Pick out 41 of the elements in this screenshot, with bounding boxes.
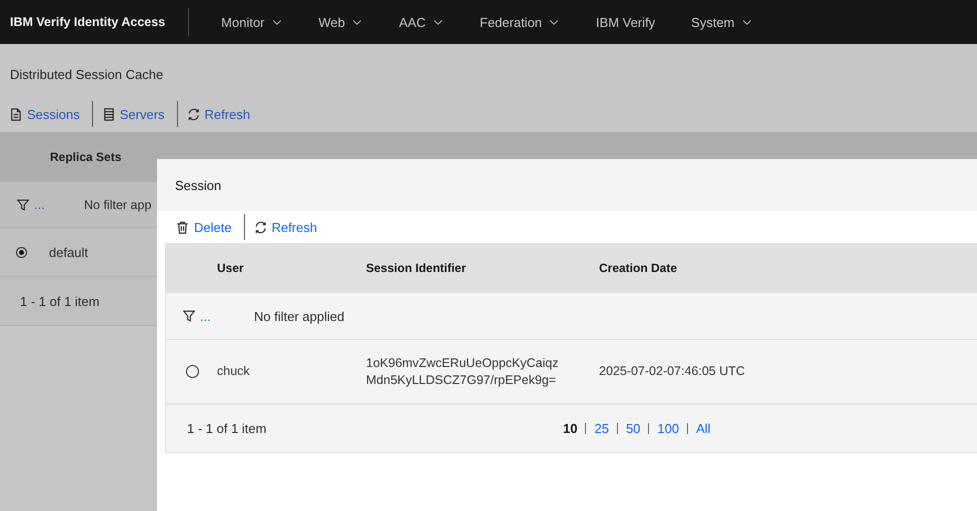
toolbar-link[interactable]: Servers	[96, 106, 173, 122]
refresh-icon	[252, 220, 268, 234]
page-size-link[interactable]: 10	[563, 421, 578, 436]
app-title: IBM Verify Identity Access	[10, 15, 166, 29]
page-size-link[interactable]: 50	[626, 421, 640, 436]
column-header[interactable]: Replica Sets	[50, 150, 122, 164]
page-size-link[interactable]: All	[696, 421, 711, 436]
trash-icon	[175, 220, 190, 234]
filter-status: No filter applied	[254, 308, 344, 324]
toolbar-link[interactable]: Refresh	[248, 220, 326, 234]
column-header[interactable]: Creation Date	[599, 261, 977, 275]
document-icon	[8, 106, 23, 122]
pagination-count: 1 - 1 of 1 item	[187, 421, 268, 436]
column-header[interactable]: User	[217, 261, 366, 275]
refresh-icon	[186, 106, 201, 122]
filter-icon	[182, 309, 196, 323]
table-cell: default	[49, 244, 88, 260]
nav-menu-item[interactable]: Web	[318, 14, 364, 30]
filter-options-link[interactable]: ...	[200, 308, 254, 324]
table-cell-text: 1oK96mvZwcERuUeOppcKyCaiqz Mdn5KyLLDSCZ7G97/rpEPek9g=	[366, 354, 560, 388]
page-size-link[interactable]: 100	[657, 421, 680, 436]
dialog-title: Session	[175, 178, 222, 192]
filter-status: No filter app	[84, 198, 152, 212]
nav-menu-item[interactable]: System	[691, 14, 752, 30]
table-cell-text: chuck	[217, 363, 251, 380]
radio-button[interactable]	[16, 246, 27, 258]
nav-menu-item[interactable]: IBM Verify	[596, 14, 656, 30]
table-cell-text: 2025-07-02-07:46:05 UTC	[599, 363, 746, 380]
filter-icon	[16, 198, 30, 212]
nav-menu-item[interactable]: AAC	[399, 14, 444, 30]
toolbar-link[interactable]: Refresh	[182, 106, 258, 122]
filter-options-link[interactable]: ...	[34, 197, 84, 212]
toolbar-link[interactable]: Sessions	[4, 106, 88, 122]
radio-button[interactable]	[186, 365, 199, 378]
nav-menu-item[interactable]: Monitor	[221, 14, 283, 30]
nav-menu-item[interactable]: Federation	[480, 14, 560, 30]
page-size-link[interactable]: 25	[594, 421, 609, 436]
page-title: Distributed Session Cache	[9, 66, 164, 84]
column-header[interactable]: Session Identifier	[366, 261, 599, 275]
toolbar-link[interactable]: Delete	[171, 220, 240, 234]
pagination-count: 1 - 1 of 1 item	[20, 294, 100, 308]
